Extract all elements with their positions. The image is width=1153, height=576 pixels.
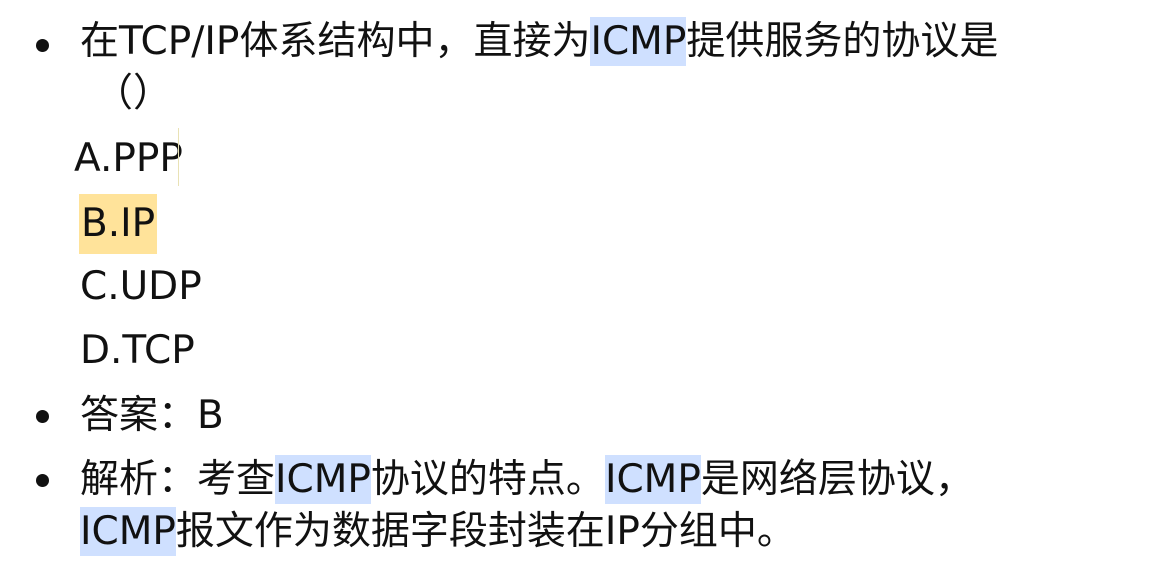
analysis-line-2: ICMP报文作为数据字段封装在IP分组中。	[80, 506, 796, 558]
analysis-text-1: 解析：考查	[80, 457, 276, 502]
option-c: C.UDP	[80, 264, 202, 309]
analysis-text-2: 协议的特点。	[370, 457, 605, 502]
question-text-2: 提供服务的协议是	[686, 19, 999, 64]
slide-page: 在TCP/IP体系结构中，直接为ICMP提供服务的协议是 （） A.PPP B.…	[0, 0, 1153, 576]
bullet-analysis	[36, 474, 49, 487]
bullet-question	[36, 39, 49, 52]
option-a: A.PPP	[74, 136, 183, 181]
text-cursor	[178, 128, 179, 186]
analysis-highlight-icmp-1: ICMP	[275, 455, 371, 504]
option-d: D.TCP	[80, 328, 195, 373]
analysis-text-4: 报文作为数据字段封装在IP分组中。	[175, 509, 796, 554]
answer-line: 答案：B	[80, 393, 224, 438]
option-b-highlight: B.IP	[79, 194, 158, 254]
option-b: B.IP	[79, 194, 158, 254]
analysis-text-3: 是网络层协议，	[700, 457, 974, 502]
analysis-highlight-icmp-2: ICMP	[604, 455, 701, 504]
question-text-1: 在TCP/IP体系结构中，直接为	[80, 19, 591, 64]
bullet-answer	[36, 410, 49, 423]
question-line-1: 在TCP/IP体系结构中，直接为ICMP提供服务的协议是	[80, 16, 998, 68]
analysis-line-1: 解析：考查ICMP协议的特点。ICMP是网络层协议，	[80, 454, 974, 506]
question-paren: （）	[94, 71, 173, 116]
analysis-highlight-icmp-3: ICMP	[80, 507, 176, 556]
question-highlight-icmp: ICMP	[590, 17, 687, 66]
